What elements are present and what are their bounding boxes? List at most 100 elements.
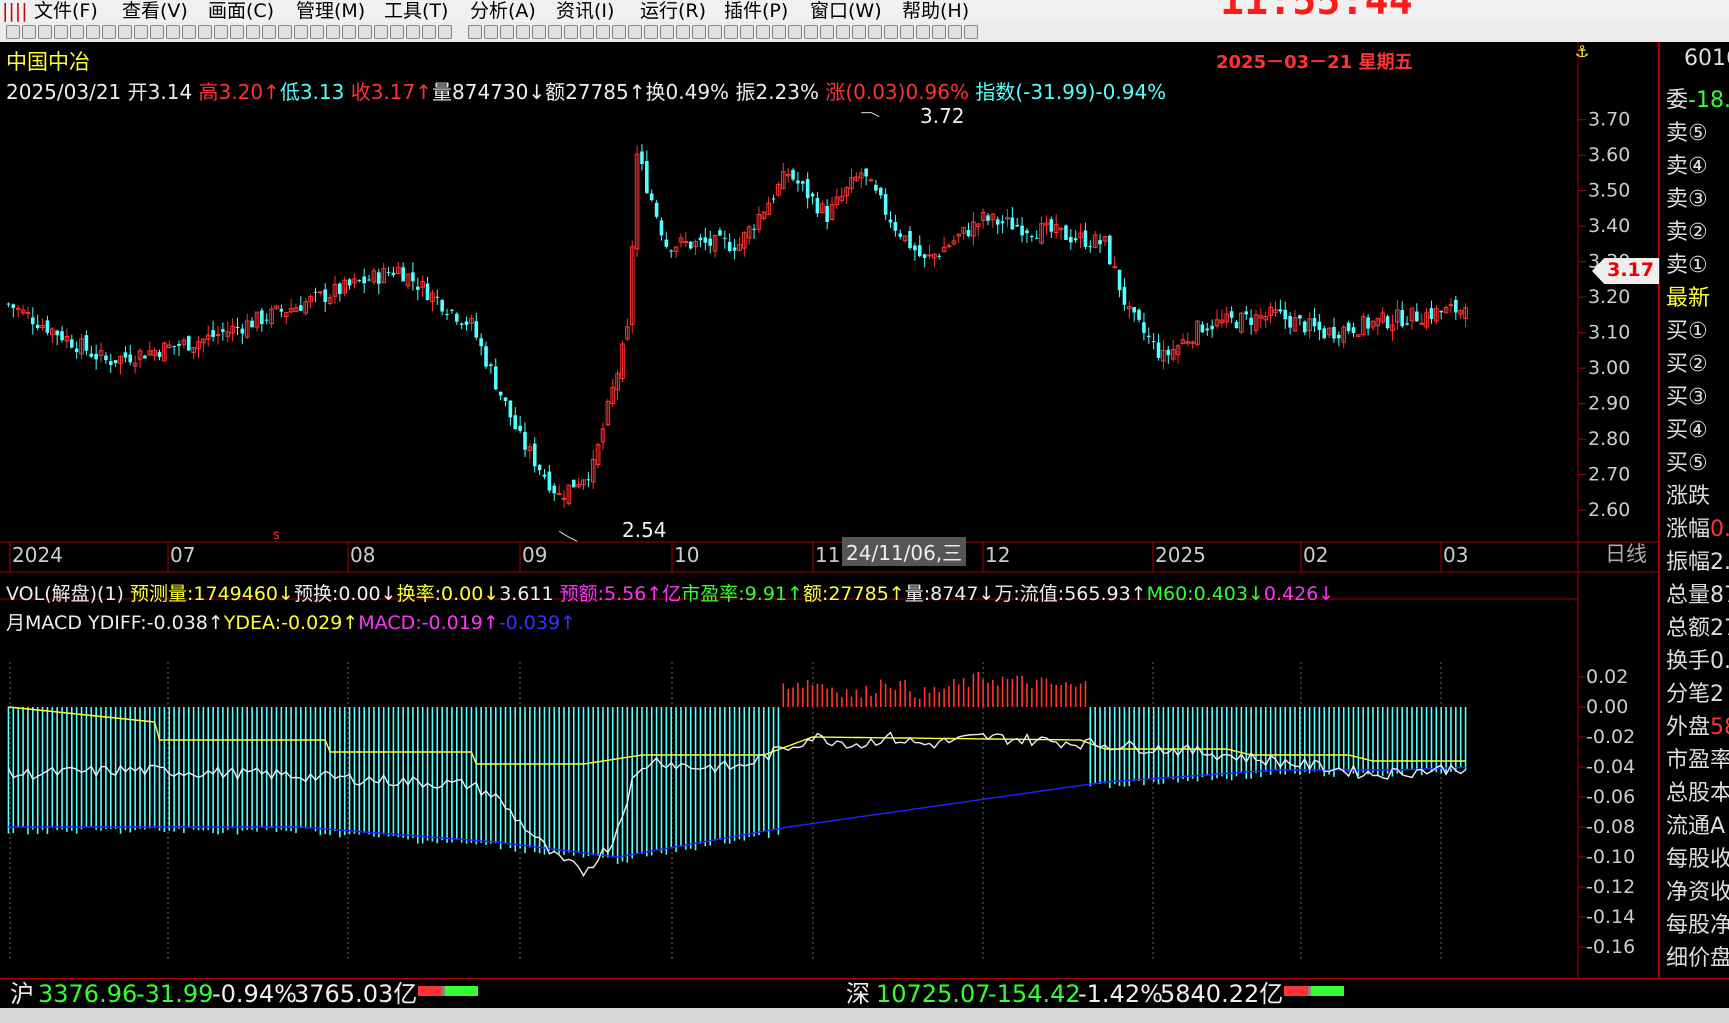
toolbar-button-icon[interactable] [516,25,530,39]
menu-bar: |||| 文件(F) 查看(V) 画面(C) 管理(M) 工具(T) 分析(A)… [0,0,1729,22]
candle-body [1049,219,1054,232]
quote-panel-row: 总股本 [1666,775,1729,807]
toolbar-button-icon[interactable] [612,25,626,39]
toolbar-button-icon[interactable] [70,25,84,39]
toolbar-button-icon[interactable] [660,25,674,39]
candle-body [1015,224,1020,227]
toolbar-button-icon[interactable] [102,25,116,39]
indicator-value: 预额:5.56↑亿 [559,583,682,605]
toolbar-button-icon[interactable] [262,25,276,39]
menu-view[interactable]: 查看(V) [122,0,188,22]
toolbar-button-icon[interactable] [740,25,754,39]
menu-screen[interactable]: 画面(C) [208,0,274,22]
toolbar-button-icon[interactable] [580,25,594,39]
menu-manage[interactable]: 管理(M) [296,0,365,22]
candle-body [1298,315,1302,319]
candle-body [547,471,552,491]
candle-body [1351,327,1356,334]
toolbar-button-icon[interactable] [964,25,978,39]
toolbar-button-icon[interactable] [422,25,436,39]
toolbar-button-icon[interactable] [468,25,482,39]
toolbar-button-icon[interactable] [358,25,372,39]
toolbar-button-icon[interactable] [708,25,722,39]
menu-help[interactable]: 帮助(H) [902,0,969,22]
toolbar-button-icon[interactable] [214,25,228,39]
candle-body [177,343,181,346]
toolbar-button-icon[interactable] [6,25,20,39]
candle-body [498,391,503,396]
time-axis-tick: 02 [1303,543,1328,567]
toolbar-button-icon[interactable] [374,25,388,39]
toolbar-button-icon[interactable] [390,25,404,39]
sz-index[interactable]: 10725.07 [876,979,991,1009]
toolbar-button-icon[interactable] [804,25,818,39]
candle-body [6,303,11,305]
sh-index[interactable]: 3376.96 [38,979,137,1009]
toolbar-button-icon[interactable] [484,25,498,39]
toolbar-button-icon[interactable] [788,25,802,39]
toolbar-button-icon[interactable] [724,25,738,39]
toolbar-button-icon[interactable] [532,25,546,39]
info-change: 涨(0.03)0.96% [825,80,969,104]
anchor-icon[interactable]: ⚓ [1575,42,1589,61]
toolbar-button-icon[interactable] [628,25,642,39]
toolbar-button-icon[interactable] [406,25,420,39]
toolbar-button-icon[interactable] [326,25,340,39]
candle-body [532,443,537,467]
toolbar-button-icon[interactable] [676,25,690,39]
toolbar-button-icon[interactable] [548,25,562,39]
menu-tools[interactable]: 工具(T) [384,0,448,22]
toolbar-button-icon[interactable] [294,25,308,39]
toolbar-button-icon[interactable] [916,25,930,39]
toolbar-button-icon[interactable] [932,25,946,39]
menu-info[interactable]: 资讯(I) [556,0,614,22]
toolbar-button-icon[interactable] [438,25,452,39]
toolbar-button-icon[interactable] [900,25,914,39]
menu-analysis[interactable]: 分析(A) [470,0,536,22]
toolbar-button-icon[interactable] [278,25,292,39]
info-date: 2025/03/21 [6,80,122,104]
toolbar-button-icon[interactable] [836,25,850,39]
toolbar-button-icon[interactable] [230,25,244,39]
toolbar-button-icon[interactable] [150,25,164,39]
date-banner: 2025－03－21 星期五 [1216,52,1413,73]
quote-panel-label: 卖② [1666,220,1708,245]
indicator-value: 额:27785↑ [802,583,905,605]
period-label[interactable]: 日线 [1605,538,1647,568]
indicator-value: 换率:0.00↓ [396,583,500,605]
toolbar-button-icon[interactable] [868,25,882,39]
toolbar-button-icon[interactable] [772,25,786,39]
toolbar-button-icon[interactable] [166,25,180,39]
menu-run[interactable]: 运行(R) [640,0,706,22]
toolbar-button-icon[interactable] [310,25,324,39]
toolbar-button-icon[interactable] [198,25,212,39]
price-axis-tick: 2.70 [1588,464,1630,486]
quote-panel-value: 27 [1710,616,1729,641]
toolbar-button-icon[interactable] [86,25,100,39]
price-axis-tick: 2.90 [1588,393,1630,415]
toolbar-button-icon[interactable] [692,25,706,39]
toolbar-button-icon[interactable] [134,25,148,39]
candle-body [796,180,800,184]
toolbar-button-icon[interactable] [246,25,260,39]
toolbar-button-icon[interactable] [820,25,834,39]
toolbar-button-icon[interactable] [22,25,36,39]
candle-body [1283,309,1288,320]
menu-plugins[interactable]: 插件(P) [724,0,788,22]
menu-window[interactable]: 窗口(W) [810,0,882,22]
toolbar-button-icon[interactable] [756,25,770,39]
toolbar-button-icon[interactable] [54,25,68,39]
toolbar-button-icon[interactable] [564,25,578,39]
toolbar-button-icon[interactable] [500,25,514,39]
toolbar-button-icon[interactable] [644,25,658,39]
toolbar-button-icon[interactable] [884,25,898,39]
toolbar-button-icon[interactable] [852,25,866,39]
toolbar-button-icon[interactable] [182,25,196,39]
toolbar-button-icon[interactable] [38,25,52,39]
toolbar-button-icon[interactable] [596,25,610,39]
toolbar-button-icon[interactable] [948,25,962,39]
toolbar-button-icon[interactable] [118,25,132,39]
quote-panel-label: 细价盘 [1666,946,1729,971]
menu-file[interactable]: 文件(F) [34,0,98,22]
toolbar-button-icon[interactable] [342,25,356,39]
